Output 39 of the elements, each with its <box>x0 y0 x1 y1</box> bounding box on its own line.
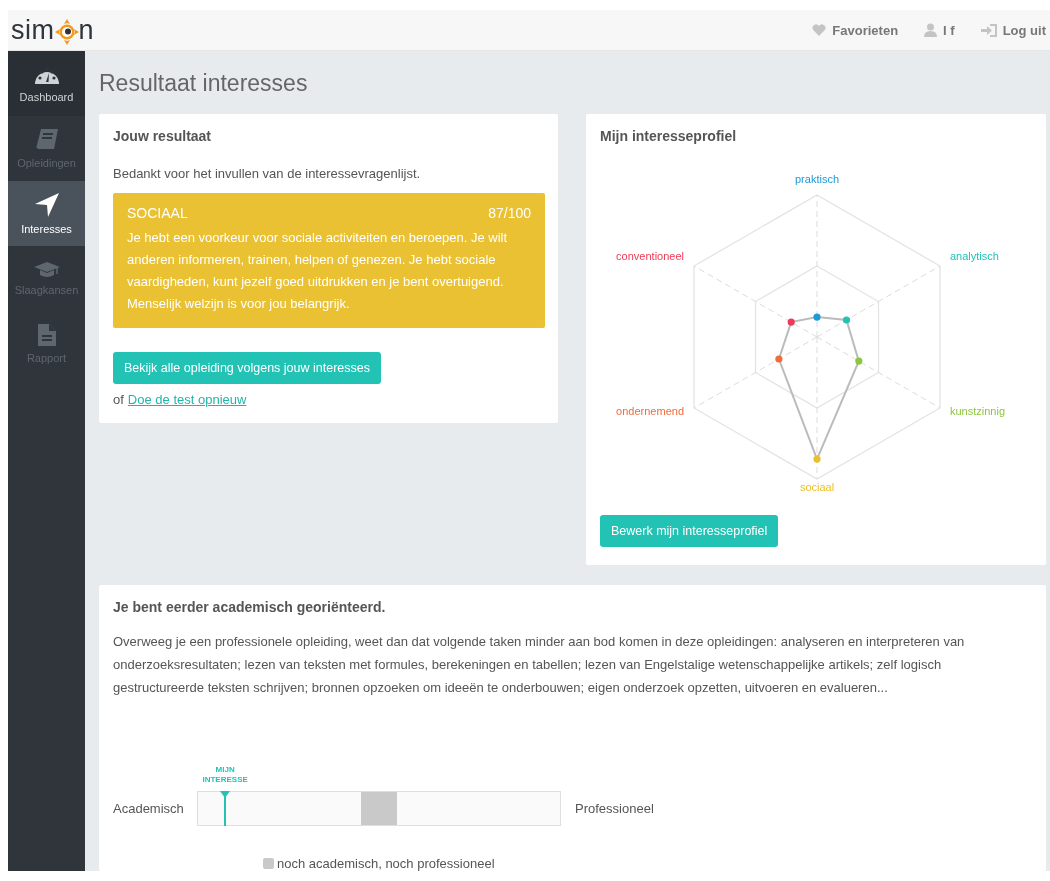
scale-label: Professioneel <box>575 801 655 816</box>
axis-label: analytisch <box>950 250 999 262</box>
legend-text: noch academisch, noch professioneel <box>277 856 495 871</box>
view-courses-button[interactable]: Bekijk alle opleiding volgens jouw interesses <box>113 352 381 384</box>
retry-link[interactable]: Doe de test opnieuw <box>127 392 247 407</box>
marker-label: MIJN INTERESSE <box>201 765 249 785</box>
orientation-text: Overweeg je een professionele opleiding, weet dan dat volgende taken minder aan bod komen in deze opleidingen: analyseren en interpreteren van onderzoeksresultaten; lezen van teksten met formules, berekeningen en tabellen; lezen van Engelstalige wetenschappelijke artikels; zelf logisch gestructureerde teksten schrijven; bronnen opzoeken om ideeën te onderbouwen; eigen onderzoek opzetten, uitvoeren en evalueren... <box>113 633 966 697</box>
legend-swatch <box>263 858 274 869</box>
intro-text: Bedankt voor het invullen van de interessevragenlijst. <box>113 166 422 181</box>
card-title: Jouw resultaat <box>113 128 213 144</box>
nav-link[interactable]: Favorieten <box>812 22 899 38</box>
user-icon <box>924 23 938 37</box>
edit-profile-button[interactable]: Bewerk mijn interesseprofiel <box>600 515 779 547</box>
axis-label: conventioneel <box>616 250 684 262</box>
axis-label: kunstzinnig <box>950 405 1006 417</box>
logout-icon <box>980 23 997 37</box>
eye-logo-icon <box>54 19 79 45</box>
sidebar-item[interactable]: Dashboard <box>8 51 85 116</box>
result-name: SOCIAAL <box>127 205 188 221</box>
document-icon <box>36 323 57 347</box>
card-title: Je bent eerder academisch georiënteerd. <box>113 599 387 615</box>
page-title: Resultaat interesses <box>99 70 309 97</box>
heart-icon <box>812 24 827 36</box>
nav-link[interactable]: I f <box>924 22 955 38</box>
axis-label: praktisch <box>795 173 839 185</box>
navigation-arrow-icon <box>33 192 60 218</box>
axis-label: ondernemend <box>616 405 684 417</box>
scale-label: Academisch <box>113 801 185 816</box>
card-title: Mijn interesseprofiel <box>600 128 738 144</box>
neutral-zone <box>360 792 398 825</box>
logo[interactable]: sim n <box>8 14 95 46</box>
or-text: of <box>113 392 124 407</box>
graduation-cap-icon <box>33 261 60 279</box>
result-description: Je hebt een voorkeur voor sociale activiteiten en beroepen. Je wilt anderen informeren, trainen, helpen of genezen. Je hebt sociale vaardigheden, kunt jezelf goed uitdrukken en je bent overtuigend. Menselijk welzijn is voor jou belangrijk. <box>127 229 509 313</box>
sidebar-item[interactable]: Interesses <box>8 181 85 246</box>
book-icon <box>34 128 59 152</box>
result-score: 87/100 <box>488 205 531 221</box>
axis-label: sociaal <box>799 481 835 493</box>
nav-link[interactable]: Log uit <box>980 22 1046 38</box>
